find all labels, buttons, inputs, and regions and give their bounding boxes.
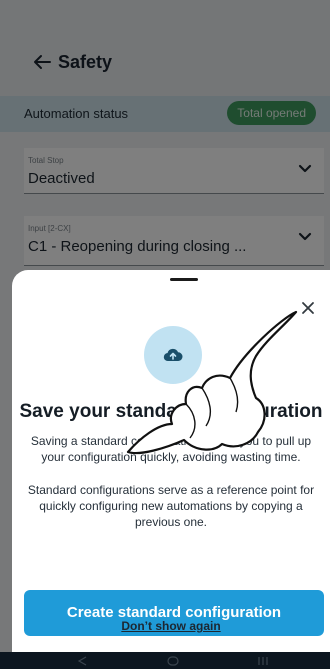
tap-hand-illustration: [126, 310, 298, 455]
